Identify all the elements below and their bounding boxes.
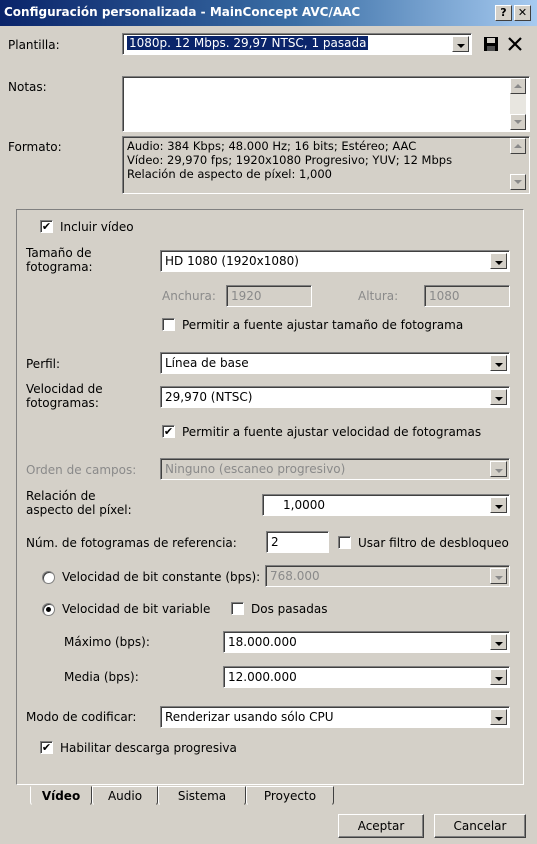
two-pass-checkbox[interactable] [231,602,244,615]
chevron-down-icon[interactable] [490,461,507,477]
ref-frames-value: 2 [271,535,279,549]
allow-source-rate-checkbox[interactable]: ✔ [162,425,175,438]
chevron-down-icon[interactable] [490,568,507,584]
notes-scroll-down-button[interactable] [510,114,526,130]
chevron-down-icon[interactable] [490,389,507,405]
vbr-label: Velocidad de bit variable [62,602,211,616]
notes-label: Notas: [8,80,47,94]
two-pass-label: Dos pasadas [251,602,328,616]
format-aspect-line: Relación de aspecto de píxel: 1,000 [127,167,332,181]
include-video-label: Incluir vídeo [60,220,134,234]
frame-rate-label-line2: fotogramas: [26,396,99,410]
template-label: Plantilla: [8,38,60,52]
frame-size-label-line1: Tamaño de [26,246,92,260]
max-bps-value: 18.000.000 [228,635,297,649]
template-combo[interactable]: 1080p. 12 Mbps. 29,97 NTSC, 1 pasada [122,33,472,55]
height-label: Altura: [358,289,399,303]
avg-bps-select[interactable]: 12.000.000 [223,666,510,688]
cbr-label: Velocidad de bit constante (bps): [62,570,261,584]
window-title: Configuración personalizada - MainConcep… [4,5,361,19]
cbr-value: 768.000 [270,569,320,583]
allow-source-size-label: Permitir a fuente ajustar tamaño de foto… [182,318,464,332]
chevron-down-icon[interactable] [490,709,507,725]
encode-mode-label: Modo de codificar: [26,710,137,724]
ok-button[interactable]: Aceptar [338,814,424,838]
vbr-radio[interactable] [42,603,55,616]
chevron-down-icon[interactable] [490,253,507,269]
frame-size-label-line2: fotograma: [26,260,93,274]
cancel-button[interactable]: Cancelar [434,814,526,838]
pixel-aspect-value: 1,0000 [283,498,325,512]
field-order-value: Ninguno (escaneo progresivo) [165,462,346,476]
field-order-label: Orden de campos: [26,463,137,477]
format-summary: Audio: 384 Kbps; 48.000 Hz; 16 bits; Est… [122,136,530,194]
allow-source-size-checkbox[interactable] [162,318,175,331]
cbr-select[interactable]: 768.000 [265,565,510,587]
template-value: 1080p. 12 Mbps. 29,97 NTSC, 1 pasada [127,36,369,50]
chevron-down-icon[interactable] [490,669,507,685]
pixel-aspect-label-line2: aspecto del píxel: [26,503,132,517]
max-bps-select[interactable]: 18.000.000 [223,631,510,653]
delete-icon[interactable] [506,35,524,53]
format-audio-line: Audio: 384 Kbps; 48.000 Hz; 16 bits; Est… [127,139,417,153]
notes-scroll-up-button[interactable] [510,78,526,94]
frame-size-value: HD 1080 (1920x1080) [165,254,299,268]
allow-source-rate-label: Permitir a fuente ajustar velocidad de f… [182,425,482,439]
notes-textarea[interactable] [122,76,530,132]
max-bps-label: Máximo (bps): [64,635,150,649]
tab-proyecto[interactable]: Proyecto [246,786,334,806]
format-video-line: Vídeo: 29,970 fps; 1920x1080 Progresivo;… [127,153,453,167]
frame-rate-select[interactable]: 29,970 (NTSC) [160,386,510,408]
tab-audio[interactable]: Audio [92,786,158,806]
format-scroll-up-button[interactable] [510,138,526,154]
field-order-select[interactable]: Ninguno (escaneo progresivo) [160,458,510,480]
chevron-down-icon[interactable] [490,355,507,371]
chevron-down-icon[interactable] [452,36,469,52]
ref-frames-label: Núm. de fotogramas de referencia: [26,536,237,550]
pixel-aspect-select[interactable]: 1,0000 [262,494,510,516]
frame-rate-label-line1: Velocidad de [26,382,103,396]
width-value: 1920 [231,289,262,303]
format-label: Formato: [8,140,62,154]
chevron-down-icon[interactable] [490,497,507,513]
cbr-radio[interactable] [42,571,55,584]
height-input[interactable]: 1080 [424,285,510,307]
frame-size-select[interactable]: HD 1080 (1920x1080) [160,250,510,272]
title-bar: Configuración personalizada - MainConcep… [0,0,537,26]
tab-video[interactable]: Vídeo [30,786,92,806]
help-button[interactable]: ? [495,5,512,21]
close-button[interactable]: ✕ [514,5,531,21]
pixel-aspect-label: Relación de aspecto del píxel: [26,489,132,517]
tab-sistema[interactable]: Sistema [158,786,246,806]
format-scroll-down-button[interactable] [510,174,526,190]
ref-frames-input[interactable]: 2 [266,531,329,553]
save-icon[interactable] [482,35,500,53]
profile-label: Perfil: [26,357,61,371]
avg-bps-label: Media (bps): [64,670,139,684]
frame-rate-label: Velocidad de fotogramas: [26,382,103,410]
height-value: 1080 [429,289,460,303]
profile-value: Línea de base [165,356,249,370]
frame-size-label: Tamaño de fotograma: [26,246,93,274]
width-input[interactable]: 1920 [226,285,312,307]
deblocking-checkbox[interactable] [338,536,351,549]
progressive-download-label: Habilitar descarga progresiva [60,741,237,755]
tab-strip: Vídeo Audio Sistema Proyecto [16,786,524,806]
encode-mode-select[interactable]: Renderizar usando sólo CPU [160,706,510,728]
progressive-download-checkbox[interactable]: ✔ [40,741,53,754]
encode-mode-value: Renderizar usando sólo CPU [165,710,334,724]
deblocking-label: Usar filtro de desbloqueo [358,536,509,550]
profile-select[interactable]: Línea de base [160,352,510,374]
width-label: Anchura: [162,289,216,303]
pixel-aspect-label-line1: Relación de [26,489,96,503]
include-video-checkbox[interactable]: ✔ [40,220,53,233]
avg-bps-value: 12.000.000 [228,670,297,684]
chevron-down-icon[interactable] [490,634,507,650]
frame-rate-value: 29,970 (NTSC) [165,390,253,404]
